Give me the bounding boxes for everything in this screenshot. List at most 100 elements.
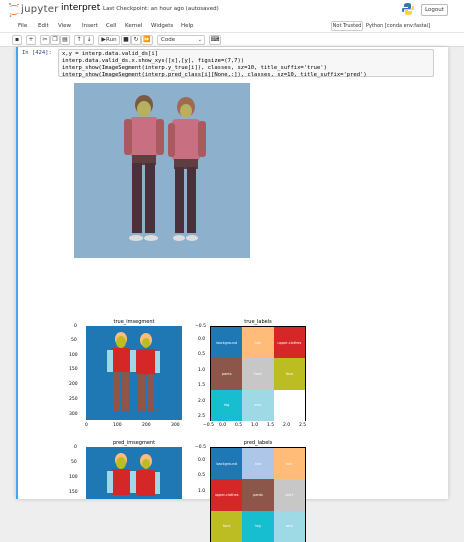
input-image (74, 83, 250, 258)
restart-icon: ↻ (133, 36, 139, 43)
code-line: interp.data.valid_ds.x.show_xys([x],[y],… (62, 58, 245, 64)
notebook-container: In [424]: x,y = interp.data.valid_ds[i] … (16, 47, 448, 542)
move-up-button[interactable]: ↑ (74, 35, 84, 45)
y-tick-label: −0.5 (195, 445, 206, 450)
pred-imsegment-title: pred_imsegment (112, 440, 156, 446)
python-logo-icon (402, 3, 414, 15)
y-tick-label: 200 (69, 382, 78, 387)
menu-cell[interactable]: Cell (106, 23, 116, 29)
y-tick-label: 0.5 (198, 473, 206, 478)
toolbar: ▪ + ✂ ❐ ▤ ↑ ↓ ▶Run ■ ↻ ⏩ Code ⌄ ⌨ (0, 33, 464, 47)
menu-help[interactable]: Help (181, 23, 194, 29)
label-grid-cell: upper-clothes (211, 479, 243, 511)
save-icon: ▪ (14, 36, 20, 43)
label-grid-cell: upper-clothes (273, 327, 305, 359)
chevron-down-icon: ⌄ (197, 37, 202, 43)
true-labels-grid: background hair upper-clothes pants face face… (210, 326, 306, 421)
label-grid-cell: skirt (273, 479, 305, 511)
copy-icon: ❐ (52, 36, 58, 43)
true-labels-title: true_labels (244, 319, 272, 325)
save-button[interactable]: ▪ (12, 35, 22, 45)
x-tick-label: 2.0 (283, 423, 291, 428)
y-tick-label: 250 (69, 397, 78, 402)
stop-icon: ■ (123, 36, 129, 43)
logout-button[interactable]: Logout (421, 4, 448, 16)
notebook-title[interactable]: interpret (61, 3, 100, 13)
label-grid-cell: face (273, 358, 305, 390)
checkpoint-status: Last Checkpoint: an hour ago (autosaved) (103, 6, 219, 12)
move-down-button[interactable]: ↓ (84, 35, 94, 45)
run-button[interactable]: ▶Run (98, 35, 120, 45)
y-tick-label: 100 (69, 475, 78, 480)
pred-labels-title: pred_labels (243, 440, 273, 446)
x-tick-label: 100 (113, 423, 122, 428)
label-grid-cell: face (211, 510, 243, 542)
label-grid-cell: face (242, 358, 274, 390)
restart-run-all-button[interactable]: ⏩ (141, 35, 153, 45)
label-grid-cell (273, 389, 305, 421)
label-grid-cell: pants (242, 479, 274, 511)
menu-widgets[interactable]: Widgets (151, 23, 173, 29)
menu-file[interactable]: File (18, 23, 27, 29)
label-grid-cell: leg (242, 510, 274, 542)
menu-bar: File Edit View Insert Cell Kernel Widget… (0, 19, 464, 33)
x-tick-label: 0.0 (219, 423, 227, 428)
command-palette-button[interactable]: ⌨ (209, 35, 221, 45)
code-cell[interactable]: In [424]: x,y = interp.data.valid_ds[i] … (16, 47, 448, 542)
jupyter-logo-icon (9, 3, 19, 17)
not-trusted-button[interactable]: Not Trusted (331, 21, 363, 31)
label-grid-cell: arm (242, 389, 274, 421)
menu-kernel[interactable]: Kernel (125, 23, 142, 29)
x-tick-label: 200 (142, 423, 151, 428)
x-tick-label: 0.5 (235, 423, 243, 428)
x-tick-label: −0.5 (203, 423, 214, 428)
cut-button[interactable]: ✂ (40, 35, 50, 45)
scissors-icon: ✂ (42, 36, 48, 43)
label-grid-cell: hair (273, 448, 305, 480)
insert-cell-button[interactable]: + (26, 35, 36, 45)
x-tick-label: 0 (85, 423, 88, 428)
x-tick-label: 300 (171, 423, 180, 428)
x-tick-label: 2.5 (299, 423, 307, 428)
y-tick-label: 0.0 (198, 337, 206, 342)
x-tick-label: 1.0 (251, 423, 259, 428)
menu-edit[interactable]: Edit (38, 23, 49, 29)
y-tick-label: 1.5 (198, 383, 206, 388)
y-tick-label: 150 (69, 367, 78, 372)
y-tick-label: −0.5 (195, 324, 206, 329)
paste-icon: ▤ (62, 36, 68, 43)
code-line: x,y = interp.data.valid_ds[i] (62, 51, 159, 57)
true-imsegment-title: true_imsegment (113, 319, 155, 325)
y-tick-label: 0.5 (198, 352, 206, 357)
pred-imsegment-image (86, 447, 182, 499)
code-editor[interactable]: x,y = interp.data.valid_ds[i] interp.dat… (58, 49, 434, 78)
restart-button[interactable]: ↻ (131, 35, 141, 45)
y-tick-label: 0 (74, 445, 77, 450)
arrow-down-icon: ↓ (86, 36, 92, 43)
jupyter-logo[interactable]: jupyter (8, 2, 58, 18)
menu-insert[interactable]: Insert (82, 23, 98, 29)
kernel-indicator: Python [conda env:fastai] (366, 23, 431, 29)
x-tick-label: 1.5 (267, 423, 275, 428)
code-line: interp_show(ImageSegment(interp.pred_cla… (62, 72, 367, 78)
paste-button[interactable]: ▤ (60, 35, 70, 45)
y-tick-label: 2.0 (198, 399, 206, 404)
y-tick-label: 150 (69, 490, 78, 495)
true-imsegment-image (86, 326, 182, 420)
arrow-up-icon: ↑ (76, 36, 82, 43)
code-line: interp_show(ImageSegment(interp.y_true[i… (62, 65, 327, 71)
menu-view[interactable]: View (58, 23, 71, 29)
plus-icon: + (28, 36, 34, 43)
keyboard-icon: ⌨ (210, 36, 220, 43)
label-grid-cell: hat (242, 448, 274, 480)
copy-button[interactable]: ❐ (50, 35, 60, 45)
label-grid-cell: leg (211, 389, 243, 421)
y-tick-label: 300 (69, 412, 78, 417)
label-grid-cell: hair (242, 327, 274, 359)
interrupt-button[interactable]: ■ (121, 35, 131, 45)
y-tick-label: 1.0 (198, 368, 206, 373)
cell-type-select[interactable]: Code ⌄ (157, 35, 205, 45)
cell-type-value: Code (161, 37, 176, 43)
run-label: Run (106, 37, 117, 43)
y-tick-label: 50 (71, 460, 77, 465)
